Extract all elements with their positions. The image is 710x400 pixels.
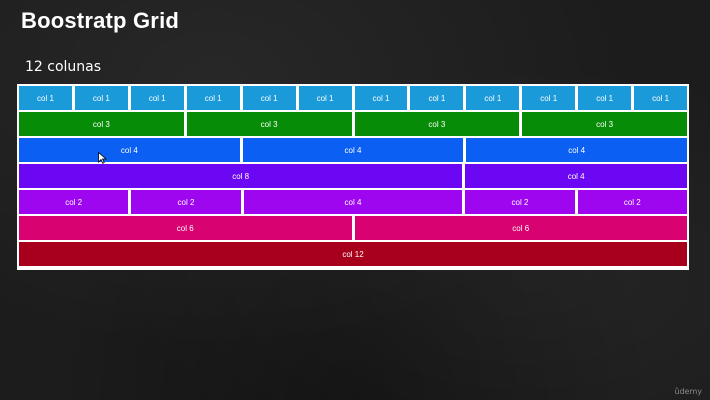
grid-cell: col 1 [74,86,131,110]
grid-cell: col 1 [522,86,579,110]
grid-cell: col 4 [243,190,466,214]
grid-row: col 2 col 2 col 4 col 2 col 2 [19,190,687,214]
grid-cell: col 2 [19,190,132,214]
grid-cell: col 1 [242,86,299,110]
grid-cell: col 1 [186,86,243,110]
grid-row: col 8 col 4 [19,164,687,188]
grid-row: col 4 col 4 col 4 [19,138,688,162]
grid-cell: col 1 [578,86,635,110]
grid-cell: col 1 [410,86,467,110]
grid-row: col 3 col 3 col 3 col 3 [19,112,687,136]
slide-title: Boostratp Grid [21,8,180,33]
grid-row: col 1 col 1 col 1 col 1 col 1 col 1 col 1 col 1… [19,86,688,110]
grid-cell: col 1 [19,86,75,110]
grid-cell: col 6 [354,216,687,240]
grid-cell: col 12 [19,242,687,266]
grid-row: col 12 [19,242,687,266]
grid-cell: col 3 [522,112,687,136]
udemy-watermark: ûdemy [674,387,702,396]
grid-cell: col 1 [298,86,355,110]
bootstrap-grid-demo: col 1 col 1 col 1 col 1 col 1 col 1 col 1 col 1… [17,84,689,270]
grid-row: col 6 col 6 [19,216,687,240]
grid-cell: col 8 [19,164,466,188]
grid-cell: col 1 [634,86,688,110]
grid-cell: col 3 [354,112,523,136]
grid-cell: col 1 [354,86,411,110]
grid-cell: col 4 [242,138,467,162]
grid-cell: col 4 [19,138,243,162]
grid-cell: col 2 [465,190,578,214]
grid-cell: col 1 [130,86,187,110]
grid-cell: col 2 [131,190,244,214]
grid-cell: col 4 [466,138,688,162]
grid-cell: col 4 [465,164,687,188]
grid-cell: col 3 [186,112,355,136]
slide-subtitle: 12 colunas [25,59,102,75]
grid-cell: col 3 [19,112,187,136]
mouse-cursor-icon [98,152,107,164]
grid-cell: col 2 [577,190,687,214]
grid-cell: col 6 [19,216,355,240]
grid-cell: col 1 [466,86,523,110]
